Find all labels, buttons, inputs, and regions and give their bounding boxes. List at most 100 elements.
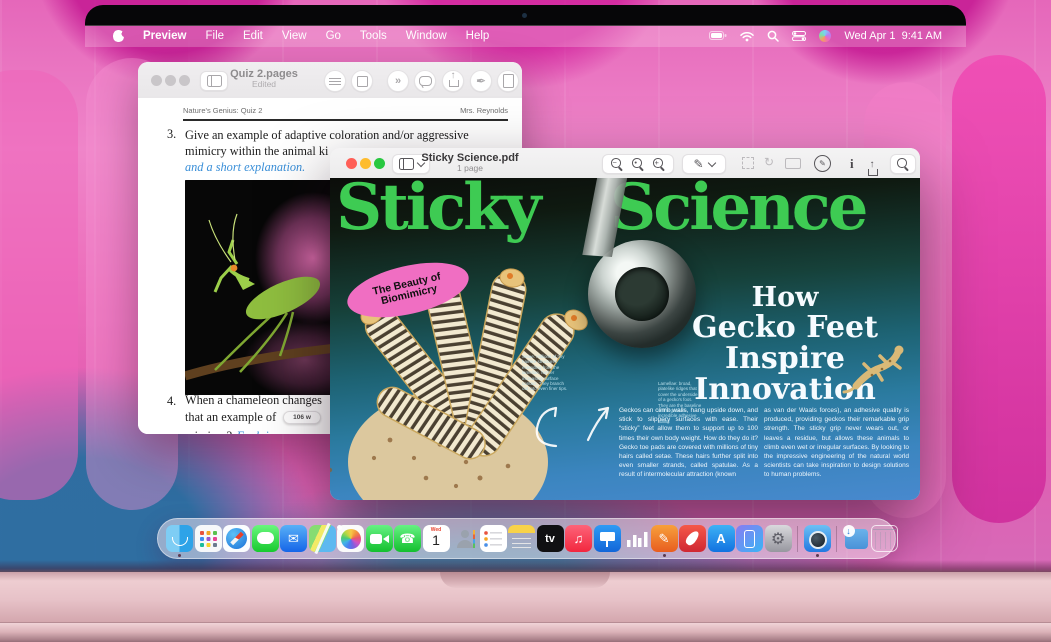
q4-link[interactable]: Explain your answ — [237, 429, 329, 434]
annotation-arrows — [526, 378, 626, 453]
dock-item-safari[interactable] — [223, 525, 250, 552]
menu-clock[interactable]: Wed Apr 1 9:41 AM — [844, 30, 942, 42]
running-indicator — [663, 554, 666, 557]
headline-word-2: Science — [610, 178, 865, 238]
dock: Wed 1 tv A — [157, 518, 896, 559]
apple-menu-icon[interactable] — [113, 30, 124, 42]
menu-bar: Preview File Edit View Go Tools Window H… — [85, 25, 966, 47]
dock-item-facetime[interactable] — [366, 525, 393, 552]
caption-lamellae: Lamellae: broad, platelike ridges that c… — [658, 381, 702, 424]
quiz-close-button[interactable] — [151, 75, 162, 86]
chevron-down-icon — [707, 159, 715, 167]
quiz-share-button[interactable] — [442, 70, 464, 92]
dock-item-preview[interactable] — [804, 525, 831, 552]
mantis-photo[interactable] — [185, 180, 337, 395]
menu-edit[interactable]: Edit — [243, 30, 263, 42]
info-icon[interactable]: i — [850, 156, 854, 172]
zoom-out-icon[interactable]: − — [610, 157, 624, 171]
dock-item-trash[interactable] — [871, 525, 898, 552]
share-icon — [447, 74, 459, 88]
quiz-titlebar[interactable]: Quiz 2.pages Edited » ✒ — [138, 62, 522, 99]
menu-tools[interactable]: Tools — [360, 30, 387, 42]
zoom-actual-size-icon[interactable]: • — [631, 157, 645, 171]
quiz-more-toolbar-button[interactable]: » — [387, 70, 409, 92]
pdf-page: Sticky Science — [330, 178, 920, 500]
insert-object-icon — [357, 76, 368, 87]
battery-icon[interactable] — [709, 31, 727, 41]
quiz-window-status: Edited — [224, 80, 304, 89]
sticky-window-status: 1 page — [415, 164, 525, 173]
sticky-minimize-button[interactable] — [360, 158, 371, 169]
search-icon[interactable] — [767, 30, 779, 42]
dock-item-contacts[interactable] — [451, 525, 478, 552]
dock-item-reminders[interactable] — [480, 525, 507, 552]
quiz-header-rule — [183, 119, 508, 121]
sticky-zoom-button[interactable] — [374, 158, 385, 169]
quiz-document-button[interactable] — [497, 70, 519, 92]
quiz-view-options-button[interactable] — [324, 70, 346, 92]
dock-item-system-settings[interactable] — [765, 525, 792, 552]
dock-item-notes[interactable] — [508, 525, 535, 552]
sticky-titlebar[interactable]: Sticky Science.pdf 1 page − • + ✎ ↻ ✎ i — [330, 148, 920, 179]
dock-item-maps[interactable] — [309, 525, 336, 552]
mantis-illustration — [185, 180, 337, 395]
app-store-label: A — [708, 525, 735, 552]
text-annotation-icon[interactable] — [785, 158, 801, 169]
word-count-badge[interactable]: 106 w — [283, 411, 321, 424]
menu-go[interactable]: Go — [326, 30, 341, 42]
control-center-icon[interactable] — [792, 31, 806, 41]
dock-item-iphone-mirroring[interactable] — [736, 525, 763, 552]
dock-item-downloads[interactable] — [843, 525, 870, 552]
search-button[interactable] — [890, 154, 916, 174]
quiz-doc-header-right: Mrs. Reynolds — [460, 106, 508, 115]
dock-item-phone[interactable] — [394, 525, 421, 552]
dock-item-mail[interactable] — [280, 525, 307, 552]
quiz-zoom-button[interactable] — [179, 75, 190, 86]
menu-app-name[interactable]: Preview — [143, 30, 186, 42]
dock-item-pages[interactable] — [651, 525, 678, 552]
document-icon — [503, 74, 514, 88]
gecko-foot-photo — [330, 230, 630, 500]
dock-item-app-store[interactable]: A — [708, 525, 735, 552]
markup-pencil-icon: ✎ — [693, 158, 703, 170]
menu-view[interactable]: View — [282, 30, 307, 42]
q3-number: 3. — [167, 127, 176, 142]
quiz-format-button[interactable]: ✒ — [470, 70, 492, 92]
share-icon[interactable] — [866, 163, 878, 177]
wifi-icon[interactable] — [740, 31, 754, 42]
tv-label: tv — [537, 525, 564, 552]
sidebar-icon — [399, 158, 414, 170]
q4-line2: that an example of — [185, 410, 276, 425]
dock-item-photos[interactable] — [337, 525, 364, 552]
dock-item-messages[interactable] — [252, 525, 279, 552]
crop-icon[interactable] — [742, 157, 754, 169]
quiz-minimize-button[interactable] — [165, 75, 176, 86]
wallpaper-pill-right — [952, 55, 1046, 523]
laptop-lid-scoop — [440, 572, 610, 588]
q3-line1: Give an example of adaptive coloration a… — [185, 127, 515, 143]
menu-help[interactable]: Help — [466, 30, 490, 42]
dock-item-calendar[interactable]: Wed 1 — [423, 525, 450, 552]
signature-icon[interactable]: ✎ — [814, 155, 831, 172]
dock-item-keynote[interactable] — [594, 525, 621, 552]
menu-window[interactable]: Window — [406, 30, 447, 42]
macbook-screen: Preview File Edit View Go Tools Window H… — [0, 0, 1051, 642]
dock-item-launchpad[interactable] — [195, 525, 222, 552]
dock-separator — [797, 526, 798, 552]
sticky-close-button[interactable] — [346, 158, 357, 169]
rotate-icon[interactable]: ↻ — [764, 156, 774, 168]
q4-line3: mimicry? — [185, 429, 232, 434]
zoom-in-icon[interactable]: + — [652, 157, 666, 171]
dock-item-music[interactable] — [565, 525, 592, 552]
quiz-comment-button[interactable] — [414, 70, 436, 92]
siri-icon[interactable] — [819, 30, 831, 42]
quiz-insert-button[interactable] — [351, 70, 373, 92]
running-indicator — [816, 554, 819, 557]
sticky-title-block: Sticky Science.pdf 1 page — [415, 152, 525, 173]
dock-item-numbers[interactable] — [622, 525, 649, 552]
dock-item-tv[interactable]: tv — [537, 525, 564, 552]
markup-button[interactable]: ✎ — [682, 154, 726, 174]
dock-item-finder[interactable] — [166, 525, 193, 552]
dock-item-games[interactable] — [679, 525, 706, 552]
menu-file[interactable]: File — [205, 30, 224, 42]
